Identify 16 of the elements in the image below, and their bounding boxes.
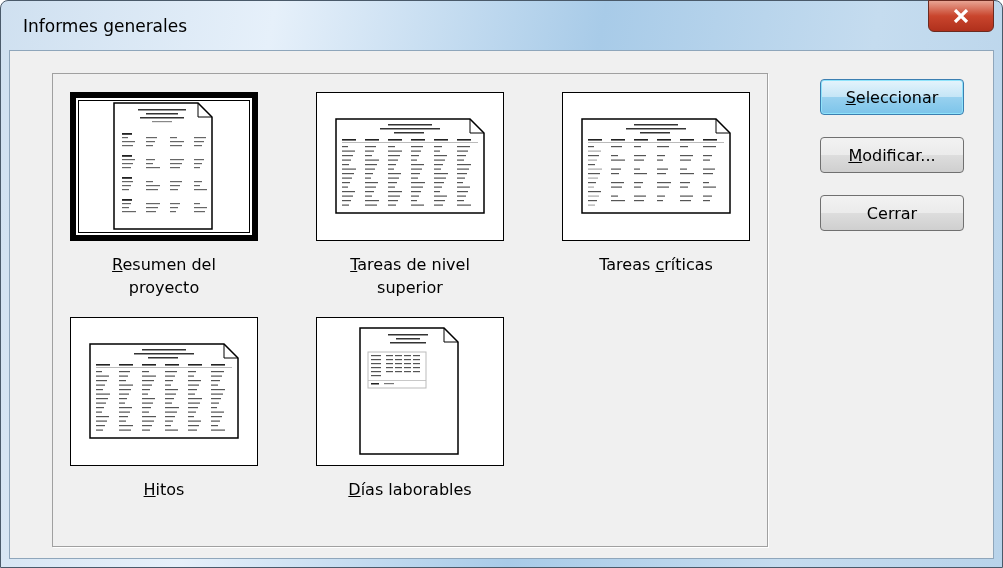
report-label: Hitos: [142, 479, 186, 501]
report-label: Tareas críticas: [598, 254, 714, 276]
report-tile[interactable]: [70, 317, 258, 466]
report-label: Días laborables: [347, 479, 473, 501]
close-button[interactable]: [928, 0, 994, 32]
report-tile[interactable]: [562, 92, 750, 241]
report-tile[interactable]: [316, 317, 504, 466]
dialog-button[interactable]: Cerrar: [820, 195, 964, 231]
report-label: Tareas de nivel superior: [349, 254, 471, 299]
report-label: Resumen del proyecto: [111, 254, 217, 299]
dialog-button[interactable]: Modificar...: [820, 137, 964, 173]
report-tile[interactable]: [316, 92, 504, 241]
report-tile[interactable]: [70, 92, 258, 241]
window-title: Informes generales: [22, 15, 188, 36]
close-icon: [953, 9, 969, 23]
dialog-button[interactable]: Seleccionar: [820, 79, 964, 115]
